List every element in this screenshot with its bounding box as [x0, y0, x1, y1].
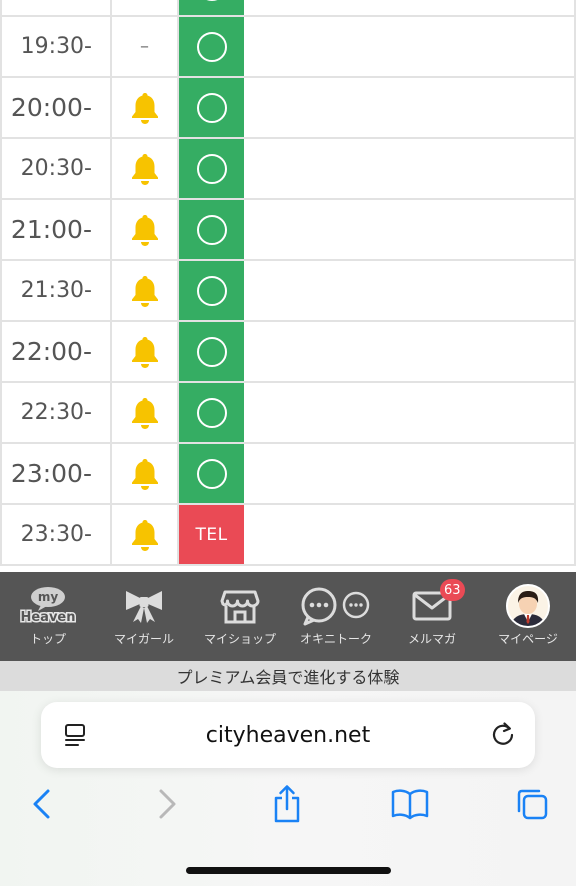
available-status-button[interactable] — [179, 139, 244, 198]
nav-label: マイショップ — [203, 632, 276, 646]
chat-bubbles-icon — [300, 585, 372, 627]
tabs-icon[interactable] — [512, 784, 552, 824]
notify-bell-button[interactable] — [112, 383, 179, 442]
circle-icon — [196, 336, 227, 367]
bell-icon — [131, 519, 158, 551]
table-row: 23:30- TEL — [0, 505, 576, 566]
nav-item-my-page[interactable]: マイページ — [480, 572, 576, 661]
table-row: 21:00- — [0, 200, 576, 261]
nav-item-top[interactable]: my Heaven トップ — [0, 572, 96, 661]
notify-bell-button[interactable] — [112, 322, 179, 381]
nav-item-mail-magazine[interactable]: 63 メルマガ — [384, 572, 480, 661]
time-cell: 21:30- — [0, 261, 112, 320]
avatar-icon — [506, 584, 550, 628]
notify-bell-button[interactable] — [112, 78, 179, 137]
tel-status-button[interactable]: TEL — [179, 505, 244, 564]
nav-item-my-girl[interactable]: マイガール — [96, 572, 192, 661]
notify-cell-dash: – — [112, 17, 179, 76]
bell-icon — [131, 153, 158, 185]
table-row: 20:00- — [0, 78, 576, 139]
circle-icon — [196, 153, 227, 184]
table-row: 22:00- — [0, 322, 576, 383]
bell-icon — [131, 275, 158, 307]
bell-icon — [131, 397, 158, 429]
reload-icon[interactable] — [489, 720, 517, 752]
time-cell: 21:00- — [0, 200, 112, 259]
nav-label: メルマガ — [407, 632, 456, 646]
notify-cell — [112, 0, 179, 15]
available-status-button[interactable] — [179, 322, 244, 381]
logo-text-my: my — [38, 590, 59, 604]
ribbon-icon — [122, 585, 166, 627]
circle-icon — [196, 458, 227, 489]
bell-icon — [131, 336, 158, 368]
browser-chrome: cityheaven.net — [0, 691, 576, 886]
logo-text-heaven: Heaven — [20, 610, 75, 625]
notify-bell-button[interactable] — [112, 261, 179, 320]
time-cell: 20:30- — [0, 139, 112, 198]
available-status-button[interactable] — [179, 78, 244, 137]
notify-bell-button[interactable] — [112, 200, 179, 259]
circle-icon — [196, 214, 227, 245]
my-heaven-logo-icon: my Heaven — [17, 585, 79, 627]
table-row — [0, 0, 576, 17]
nav-label: マイページ — [498, 632, 558, 646]
schedule-table: 19:30- – 20:00- 20:30- 21:00- 21:30- 22:… — [0, 0, 576, 566]
nav-item-my-shop[interactable]: マイショップ — [192, 572, 288, 661]
shop-icon — [220, 585, 260, 627]
mail-count-badge: 63 — [440, 579, 465, 601]
address-bar[interactable]: cityheaven.net — [41, 702, 535, 768]
bookmarks-icon[interactable] — [390, 784, 430, 824]
app-bottom-nav: my Heaven トップ マイガール マイショップ オキニトーク 63 メルマ… — [0, 572, 576, 661]
time-cell — [0, 0, 112, 15]
circle-icon — [196, 92, 227, 123]
notify-bell-button[interactable] — [112, 444, 179, 503]
table-row: 20:30- — [0, 139, 576, 200]
table-row: 22:30- — [0, 383, 576, 444]
table-row: 21:30- — [0, 261, 576, 322]
time-cell: 22:00- — [0, 322, 112, 381]
circle-icon — [196, 31, 227, 62]
notify-bell-button[interactable] — [112, 505, 179, 564]
available-status-button[interactable] — [179, 17, 244, 76]
time-cell: 20:00- — [0, 78, 112, 137]
table-row: 19:30- – — [0, 17, 576, 78]
browser-toolbar — [0, 784, 576, 824]
nav-item-okini-talk[interactable]: オキニトーク — [288, 572, 384, 661]
available-status-button[interactable] — [179, 383, 244, 442]
available-status-button[interactable] — [179, 444, 244, 503]
table-row: 23:00- — [0, 444, 576, 505]
nav-label: トップ — [29, 632, 66, 646]
back-icon[interactable] — [22, 784, 62, 824]
time-cell: 19:30- — [0, 17, 112, 76]
bell-icon — [131, 214, 158, 246]
forward-icon[interactable] — [147, 784, 187, 824]
share-icon[interactable] — [267, 784, 307, 824]
available-status-button[interactable] — [179, 200, 244, 259]
circle-icon — [196, 275, 227, 306]
nav-label: マイガール — [113, 632, 174, 646]
screen: 19:30- – 20:00- 20:30- 21:00- 21:30- 22:… — [0, 0, 576, 886]
premium-banner[interactable]: プレミアム会員で進化する体験 — [0, 661, 576, 691]
circle-icon — [196, 0, 227, 1]
nav-label: オキニトーク — [299, 632, 372, 646]
page-menu-icon[interactable] — [63, 722, 89, 752]
notify-bell-button[interactable] — [112, 139, 179, 198]
circle-icon — [196, 397, 227, 428]
bell-icon — [131, 92, 158, 124]
home-indicator[interactable] — [186, 867, 391, 874]
available-status-button[interactable] — [179, 0, 244, 15]
time-cell: 23:00- — [0, 444, 112, 503]
url-text: cityheaven.net — [205, 722, 371, 748]
time-cell: 23:30- — [0, 505, 112, 564]
time-cell: 22:30- — [0, 383, 112, 442]
available-status-button[interactable] — [179, 261, 244, 320]
bell-icon — [131, 458, 158, 490]
